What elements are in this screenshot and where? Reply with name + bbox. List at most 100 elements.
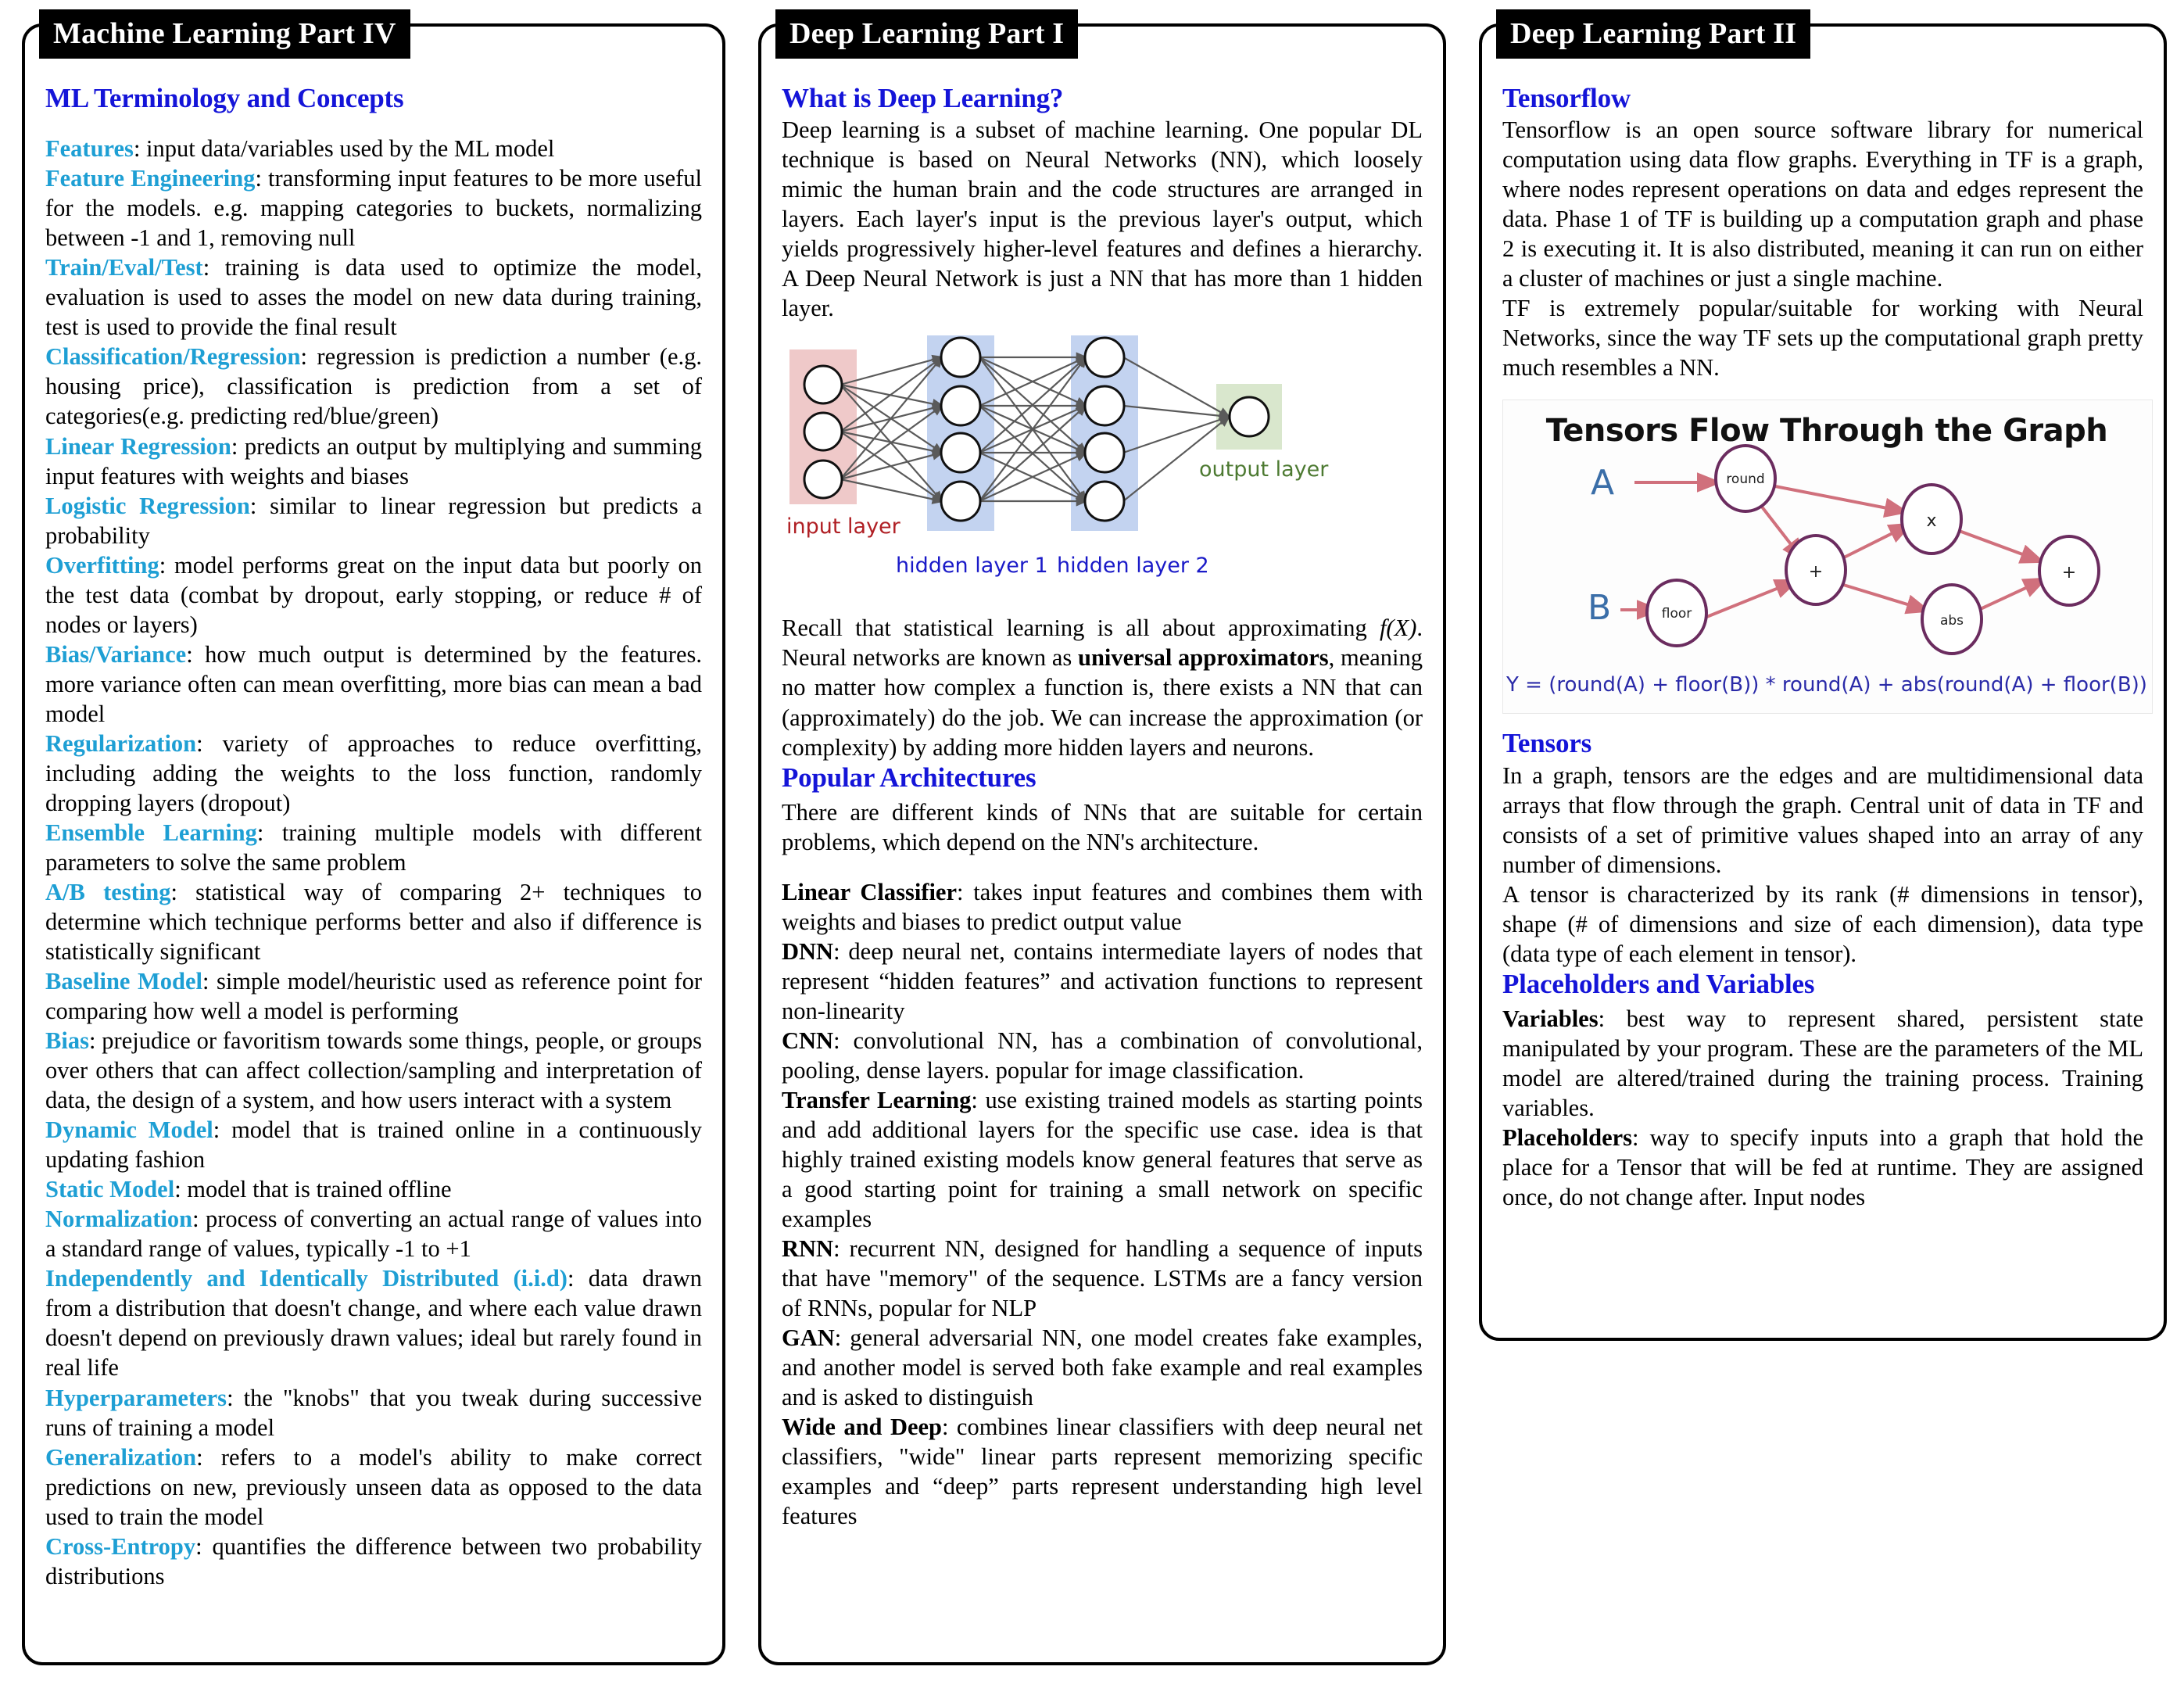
hidden-layer-1-label: hidden layer 1 xyxy=(896,554,1048,578)
term-entry: Generalization: refers to a model's abil… xyxy=(45,1443,702,1532)
heading-popular-architectures: Popular Architectures xyxy=(782,762,1037,793)
term-entry: Baseline Model: simple model/heuristic u… xyxy=(45,966,702,1026)
term-entry: Regularization: variety of approaches to… xyxy=(45,729,702,818)
paragraph-deep-learning-intro: Deep learning is a subset of machine lea… xyxy=(782,116,1423,322)
term-entry: Dynamic Model: model that is trained onl… xyxy=(45,1115,702,1174)
paragraph-universal-approximators: Recall that statistical learning is all … xyxy=(782,613,1423,762)
neural-network-diagram: input layer hidden layer 1 hidden layer … xyxy=(782,335,1438,605)
term-entry: Hyperparameters: the "knobs" that you tw… xyxy=(45,1383,702,1443)
tf-node-floor-label: floor xyxy=(1662,606,1692,622)
term-entry: Static Model: model that is trained offl… xyxy=(45,1174,702,1204)
paragraph-architectures-intro: There are different kinds of NNs that ar… xyxy=(782,798,1423,855)
term-definition: : convolutional NN, has a combination of… xyxy=(782,1027,1423,1084)
term-entry: A/B testing: statistical way of comparin… xyxy=(45,877,702,966)
tf-input-a-label: A xyxy=(1591,463,1614,503)
heading-tensorflow: Tensorflow xyxy=(1502,83,1631,113)
term-label: Classification/Regression xyxy=(45,343,301,371)
term-entry: Bias/Variance: how much output is determ… xyxy=(45,640,702,729)
term-entry: RNN: recurrent NN, designed for handling… xyxy=(782,1234,1423,1323)
term-label: RNN xyxy=(782,1235,834,1263)
term-definition: : recurrent NN, designed for handling a … xyxy=(782,1235,1423,1322)
term-label: Features xyxy=(45,135,134,163)
term-entry: Bias: prejudice or favoritism towards so… xyxy=(45,1026,702,1115)
term-definition: : prejudice or favoritism towards some t… xyxy=(45,1027,702,1114)
tf-node-round-label: round xyxy=(1726,471,1764,487)
term-label: Transfer Learning xyxy=(782,1087,972,1114)
term-label: Generalization xyxy=(45,1443,197,1471)
approx-text-a: Recall that statistical learning is all … xyxy=(782,615,1380,642)
term-entry: Linear Classifier: takes input features … xyxy=(782,877,1423,937)
panel-title-dl2: Deep Learning Part II xyxy=(1496,9,1811,59)
tf-node-plus-1-label: + xyxy=(1809,562,1823,582)
approx-formula: f(X) xyxy=(1379,615,1417,642)
heading-ml-terminology: ML Terminology and Concepts xyxy=(45,83,404,113)
term-entry: CNN: convolutional NN, has a combination… xyxy=(782,1026,1423,1085)
panel-deep-learning-part-1: Deep Learning Part I What is Deep Learni… xyxy=(758,9,1446,1665)
term-entry: GAN: general adversarial NN, one model c… xyxy=(782,1323,1423,1412)
term-label: Linear Regression xyxy=(45,432,231,460)
term-entry: Variables: best way to represent shared,… xyxy=(1502,1004,2143,1123)
term-label: DNN xyxy=(782,937,834,965)
term-label: Overfitting xyxy=(45,551,159,579)
term-entry: Classification/Regression: regression is… xyxy=(45,342,702,431)
tf-node-plus-2-label: + xyxy=(2062,563,2076,582)
term-label: GAN xyxy=(782,1324,835,1352)
input-layer-label: input layer xyxy=(786,514,901,539)
term-label: CNN xyxy=(782,1027,834,1054)
paragraph-tensorflow-popularity: TF is extremely popular/suitable for wor… xyxy=(1502,295,2143,382)
term-label: Bias/Variance xyxy=(45,640,187,668)
term-definition: : general adversarial NN, one model crea… xyxy=(782,1324,1423,1411)
term-label: Independently and Identically Distribute… xyxy=(45,1265,567,1292)
term-label: Wide and Deep xyxy=(782,1414,943,1441)
tf-node-abs-label: abs xyxy=(1940,613,1964,629)
term-label: Baseline Model xyxy=(45,968,202,995)
panel-body-dl2: Tensorflow Tensorflow is an open source … xyxy=(1502,83,2153,1212)
term-label: Logistic Regression xyxy=(45,492,250,519)
paragraph-tensors-1: In a graph, tensors are the edges and ar… xyxy=(1502,762,2143,878)
term-entry: Linear Regression: predicts an output by… xyxy=(45,432,702,491)
term-entry: Independently and Identically Distribute… xyxy=(45,1263,702,1382)
term-entry: Logistic Regression: similar to linear r… xyxy=(45,491,702,550)
term-label: Bias xyxy=(45,1027,89,1055)
term-label: Variables xyxy=(1502,1005,1599,1033)
tf-diagram-title: Tensors Flow Through the Graph xyxy=(1546,413,2108,449)
term-definition: : best way to represent shared, persiste… xyxy=(1502,1005,2143,1122)
term-label: Ensemble Learning xyxy=(45,819,257,846)
output-layer-node xyxy=(1228,396,1270,438)
term-label: Linear Classifier xyxy=(782,878,958,905)
tf-graph-nodes xyxy=(1645,444,2100,656)
term-label: Placeholders xyxy=(1502,1124,1633,1152)
cheatsheet-page: Machine Learning Part IV ML Terminology … xyxy=(0,0,2184,1688)
term-label: Train/Eval/Test xyxy=(45,254,203,281)
term-label: Normalization xyxy=(45,1206,193,1233)
tf-input-b-label: B xyxy=(1588,588,1611,628)
edges-hidden1-to-hidden2 xyxy=(979,352,1089,507)
term-entry: Placeholders: way to specify inputs into… xyxy=(1502,1123,2143,1212)
term-definition: : model that is trained offline xyxy=(174,1176,452,1203)
term-entry: DNN: deep neural net, contains intermedi… xyxy=(782,937,1423,1026)
heading-what-is-deep-learning: What is Deep Learning? xyxy=(782,83,1064,113)
output-layer-label: output layer xyxy=(1199,457,1329,482)
panel-machine-learning-part-4: Machine Learning Part IV ML Terminology … xyxy=(22,9,725,1665)
tensorflow-graph-diagram: Tensors Flow Through the Graph A B round… xyxy=(1502,400,2153,715)
hidden-layer-2-label: hidden layer 2 xyxy=(1057,554,1209,578)
term-label: A/B testing xyxy=(45,878,171,905)
term-entry: Cross-Entropy: quantifies the difference… xyxy=(45,1532,702,1591)
term-label: Cross-Entropy xyxy=(45,1532,196,1560)
term-label: Static Model xyxy=(45,1176,175,1203)
term-label: Regularization xyxy=(45,729,197,757)
term-definition: : deep neural net, contains intermediate… xyxy=(782,937,1423,1024)
tf-equation: Y = (round(A) + floor(B)) * round(A) + a… xyxy=(1506,673,2147,697)
term-entry: Features: input data/variables used by t… xyxy=(45,134,702,163)
panel-body-ml4: ML Terminology and Concepts Features: in… xyxy=(45,83,702,1591)
term-definition: : input data/variables used by the ML mo… xyxy=(133,135,555,163)
approx-bold-phrase: universal approximators xyxy=(1078,644,1329,672)
panel-body-dl1: What is Deep Learning? Deep learning is … xyxy=(782,83,1423,1532)
paragraph-tensors-2: A tensor is characterized by its rank (#… xyxy=(1502,880,2143,967)
heading-tensors: Tensors xyxy=(1502,728,1592,759)
tf-node-multiply-label: x xyxy=(1926,511,1936,531)
panel-title-dl1: Deep Learning Part I xyxy=(775,9,1079,59)
term-entry: Overfitting: model performs great on the… xyxy=(45,550,702,640)
term-entry: Feature Engineering: transforming input … xyxy=(45,163,702,253)
term-entry: Normalization: process of converting an … xyxy=(45,1204,702,1263)
